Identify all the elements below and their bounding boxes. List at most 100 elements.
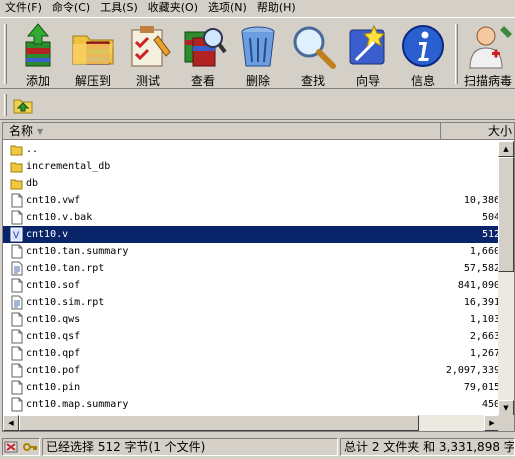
- wizard-label: 向导: [355, 74, 380, 88]
- file-rows: .. incremental_db db cnt10.vwf 10,386 cnt10.v…: [3, 141, 500, 416]
- scroll-down-button[interactable]: ▼: [498, 400, 514, 416]
- delete-label: 删除: [245, 74, 270, 88]
- file-icon: [10, 244, 23, 259]
- folder-icon: [10, 159, 23, 174]
- file-size: 57,582: [463, 263, 500, 274]
- file-size: 2,663: [469, 331, 500, 342]
- file-row[interactable]: db: [3, 175, 500, 192]
- file-row[interactable]: cnt10.qsf 2,663: [3, 328, 500, 345]
- file-icon: [10, 278, 23, 293]
- view-books-icon: [184, 28, 227, 67]
- file-row[interactable]: cnt10.v.bak 504: [3, 209, 500, 226]
- delete-trash-icon: [241, 26, 275, 67]
- file-row[interactable]: cnt10.map.summary 450: [3, 396, 500, 413]
- extract-folder-icon: [72, 35, 114, 65]
- file-name: cnt10.pof: [26, 365, 81, 376]
- file-list[interactable]: 名称 ▼ 大小 .. incremental_db db cnt10.vwf 10,386…: [2, 122, 515, 432]
- file-size: 841,090: [457, 280, 500, 291]
- file-row[interactable]: cnt10.qpf 1,267: [3, 345, 500, 362]
- extract-to-button[interactable]: 解压到: [65, 20, 121, 88]
- find-magnifier-icon: [293, 26, 336, 69]
- up-folder-button[interactable]: [12, 95, 34, 115]
- file-size: 1,267: [469, 348, 500, 359]
- sort-descending-icon: ▼: [37, 127, 44, 136]
- scrollbar-corner: [498, 415, 514, 431]
- file-size: 504: [481, 212, 500, 223]
- file-name: cnt10.tan.rpt: [26, 263, 105, 274]
- file-row[interactable]: incremental_db: [3, 158, 500, 175]
- text-document-icon: [10, 295, 23, 310]
- file-icon: [10, 312, 23, 327]
- toolbar-grip[interactable]: [4, 24, 7, 84]
- delete-button[interactable]: 删除: [230, 20, 286, 88]
- file-icon: [10, 397, 23, 412]
- file-row[interactable]: cnt10.pin 79,015: [3, 379, 500, 396]
- wizard-icon: [349, 24, 386, 65]
- status-icons: [2, 438, 40, 456]
- file-row[interactable]: cnt10.tan.rpt 57,582: [3, 260, 500, 277]
- svg-text:V: V: [13, 231, 20, 241]
- view-label: 查看: [190, 74, 215, 88]
- file-row[interactable]: ..: [3, 141, 500, 158]
- file-name: cnt10.map.summary: [26, 399, 129, 410]
- file-name: db: [26, 178, 39, 189]
- add-button[interactable]: 添加: [10, 20, 66, 88]
- file-size: 1,660: [469, 246, 500, 257]
- find-button[interactable]: 查找: [285, 20, 341, 88]
- menu-file[interactable]: 文件(F): [0, 0, 47, 16]
- test-button[interactable]: 测试: [120, 20, 176, 88]
- file-size: 10,386: [463, 195, 500, 206]
- file-name: cnt10.tan.summary: [26, 246, 129, 257]
- file-name: ..: [26, 144, 39, 155]
- status-icons-graphic: [4, 441, 37, 453]
- column-size-label: 大小: [487, 124, 512, 138]
- folder-icon: [10, 176, 23, 191]
- file-icon: [10, 380, 23, 395]
- file-size: 2,097,339: [445, 365, 500, 376]
- add-archive-icon: [25, 23, 51, 67]
- info-button[interactable]: 信息: [395, 20, 451, 88]
- file-name: cnt10.pin: [26, 382, 81, 393]
- scroll-up-button[interactable]: ▲: [498, 141, 514, 157]
- vertical-scroll-thumb[interactable]: [498, 157, 514, 272]
- virus-scan-label: 扫描病毒: [463, 74, 512, 88]
- verilog-file-icon: V: [10, 227, 23, 242]
- text-document-icon: [10, 261, 23, 276]
- file-row[interactable]: cnt10.qws 1,103: [3, 311, 500, 328]
- menu-help[interactable]: 帮助(H): [252, 0, 301, 16]
- file-row[interactable]: cnt10.sof 841,090: [3, 277, 500, 294]
- file-name: cnt10.v: [26, 229, 69, 240]
- horizontal-scrollbar[interactable]: ◀ ▶: [3, 415, 500, 431]
- virus-scan-doctor-icon: [469, 26, 512, 69]
- file-row[interactable]: cnt10.vwf 10,386: [3, 192, 500, 209]
- file-row[interactable]: cnt10.pof 2,097,339: [3, 362, 500, 379]
- file-row[interactable]: Vcnt10.v 512: [3, 226, 500, 243]
- file-icon: [10, 346, 23, 361]
- scroll-left-button[interactable]: ◀: [3, 415, 19, 431]
- file-name: cnt10.sim.rpt: [26, 297, 105, 308]
- status-total: 总计 2 文件夹 和 3,331,898 字节: [340, 438, 515, 456]
- test-label: 测试: [135, 74, 160, 88]
- address-bar-grip[interactable]: [4, 94, 7, 116]
- column-header-size[interactable]: 大小: [442, 123, 514, 140]
- menu-favorites[interactable]: 收藏夹(O): [143, 0, 203, 16]
- column-name-label: 名称: [9, 124, 34, 138]
- wizard-button[interactable]: 向导: [340, 20, 396, 88]
- vertical-scrollbar[interactable]: ▲ ▼: [498, 141, 514, 416]
- file-name: cnt10.qsf: [26, 331, 81, 342]
- menu-bar: 文件(F) 命令(C) 工具(S) 收藏夹(O) 选项(N) 帮助(H): [0, 0, 515, 16]
- view-button[interactable]: 查看: [175, 20, 231, 88]
- menu-options[interactable]: 选项(N): [203, 0, 252, 16]
- file-name: cnt10.v.bak: [26, 212, 93, 223]
- menu-commands[interactable]: 命令(C): [47, 0, 95, 16]
- find-label: 查找: [300, 74, 325, 88]
- file-row[interactable]: cnt10.sim.rpt 16,391: [3, 294, 500, 311]
- horizontal-scroll-thumb[interactable]: [19, 415, 419, 431]
- file-name: cnt10.sof: [26, 280, 81, 291]
- virus-scan-button[interactable]: 扫描病毒: [461, 20, 515, 88]
- file-icon: [10, 210, 23, 225]
- column-header-name[interactable]: 名称 ▼: [3, 123, 441, 140]
- menu-tools[interactable]: 工具(S): [95, 0, 143, 16]
- info-label: 信息: [410, 74, 435, 88]
- file-row[interactable]: cnt10.tan.summary 1,660: [3, 243, 500, 260]
